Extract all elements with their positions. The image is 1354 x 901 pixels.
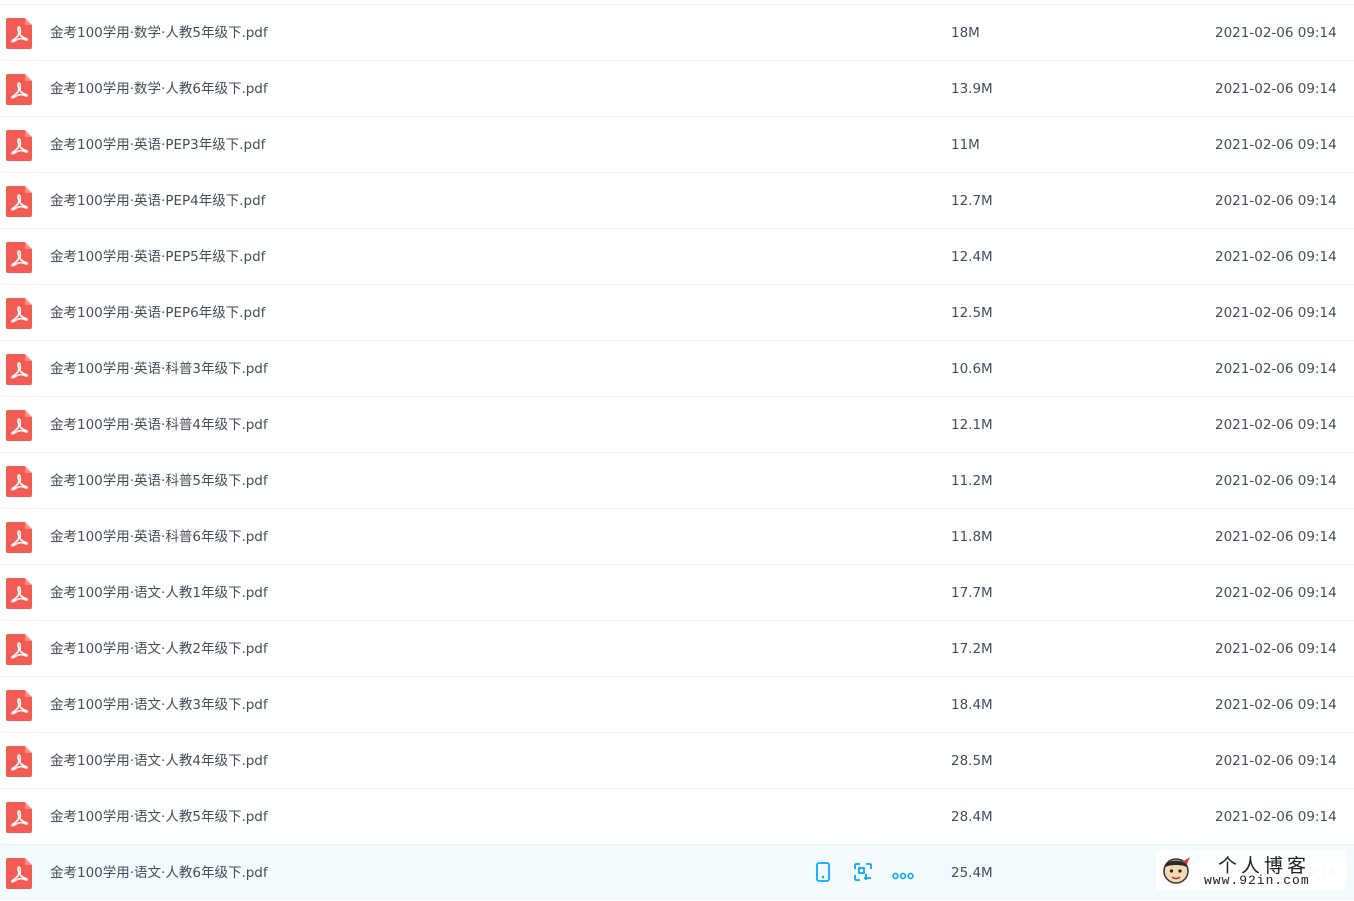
share-icon xyxy=(853,862,873,886)
file-size: 12.5M xyxy=(951,305,993,321)
pdf-file-icon xyxy=(6,298,32,329)
file-name[interactable]: 金考100学用·语文·人教2年级下.pdf xyxy=(50,621,268,677)
pdf-file-icon xyxy=(6,242,32,273)
file-size: 12.7M xyxy=(951,193,993,209)
file-row[interactable]: 金考100学用·英语·PEP6年级下.pdf 12.5M 2021-02-06 … xyxy=(0,284,1354,340)
file-size: 13.9M xyxy=(951,81,993,97)
pdf-file-icon xyxy=(6,186,32,217)
file-row[interactable]: 金考100学用·语文·人教4年级下.pdf 28.5M 2021-02-06 0… xyxy=(0,732,1354,788)
file-modified-date: 2021-02-06 09:14 xyxy=(1215,529,1337,545)
file-modified-date: 2021-02-06 09:14 xyxy=(1215,81,1337,97)
file-modified-date: 2021-02-06 09:14 xyxy=(1215,753,1337,769)
file-row[interactable]: 金考100学用·语文·人教1年级下.pdf 17.7M 2021-02-06 0… xyxy=(0,564,1354,620)
pdf-file-icon xyxy=(6,522,32,553)
more-button[interactable] xyxy=(892,863,914,885)
file-size: 25.4M xyxy=(951,865,993,881)
file-name[interactable]: 金考100学用·语文·人教4年级下.pdf xyxy=(50,733,268,789)
file-row[interactable]: 金考100学用·语文·人教2年级下.pdf 17.2M 2021-02-06 0… xyxy=(0,620,1354,676)
send-to-phone-button[interactable] xyxy=(812,862,834,886)
file-size: 11M xyxy=(951,137,980,153)
file-size: 17.2M xyxy=(951,641,993,657)
pdf-file-icon xyxy=(6,802,32,833)
file-name[interactable]: 金考100学用·英语·PEP3年级下.pdf xyxy=(50,117,265,173)
file-row[interactable]: 金考100学用·英语·PEP4年级下.pdf 12.7M 2021-02-06 … xyxy=(0,172,1354,228)
file-name[interactable]: 金考100学用·英语·PEP5年级下.pdf xyxy=(50,229,265,285)
file-size: 12.4M xyxy=(951,249,993,265)
file-modified-date: 2021-02-06 09:14 xyxy=(1215,473,1337,489)
file-size: 11.2M xyxy=(951,473,993,489)
file-name[interactable]: 金考100学用·语文·人教5年级下.pdf xyxy=(50,789,268,845)
file-modified-date: 2021-02-06 09:14 xyxy=(1215,305,1337,321)
file-row[interactable]: 金考100学用·英语·科普4年级下.pdf 12.1M 2021-02-06 0… xyxy=(0,396,1354,452)
file-name[interactable]: 金考100学用·语文·人教1年级下.pdf xyxy=(50,565,268,621)
file-row[interactable]: 金考100学用·数学·人教5年级下.pdf 18M 2021-02-06 09:… xyxy=(0,4,1354,60)
file-size: 17.7M xyxy=(951,585,993,601)
file-name[interactable]: 金考100学用·英语·科普4年级下.pdf xyxy=(50,397,268,453)
file-row[interactable]: 金考100学用·英语·科普3年级下.pdf 10.6M 2021-02-06 0… xyxy=(0,340,1354,396)
blog-watermark: 个人博客 www.92in.com xyxy=(1156,850,1346,890)
pdf-file-icon xyxy=(6,18,32,49)
file-modified-date: 2021-02-06 09:14 xyxy=(1215,25,1337,41)
pdf-file-icon xyxy=(6,410,32,441)
file-modified-date: 2021-02-06 09:14 xyxy=(1215,697,1337,713)
file-name[interactable]: 金考100学用·英语·科普5年级下.pdf xyxy=(50,453,268,509)
file-size: 12.1M xyxy=(951,417,993,433)
file-row[interactable]: 金考100学用·语文·人教5年级下.pdf 28.4M 2021-02-06 0… xyxy=(0,788,1354,844)
file-size: 18M xyxy=(951,25,980,41)
file-name[interactable]: 金考100学用·英语·科普3年级下.pdf xyxy=(50,341,268,397)
pdf-file-icon xyxy=(6,634,32,665)
pdf-file-icon xyxy=(6,690,32,721)
file-size: 10.6M xyxy=(951,361,993,377)
file-modified-date: 2021-02-06 09:14 xyxy=(1215,809,1337,825)
file-row[interactable]: 金考100学用·英语·科普6年级下.pdf 11.8M 2021-02-06 0… xyxy=(0,508,1354,564)
pdf-file-icon xyxy=(6,74,32,105)
file-size: 28.4M xyxy=(951,809,993,825)
file-row[interactable]: 金考100学用·数学·人教6年级下.pdf 13.9M 2021-02-06 0… xyxy=(0,60,1354,116)
file-name[interactable]: 金考100学用·数学·人教6年级下.pdf xyxy=(50,61,268,117)
file-row[interactable]: 金考100学用·英语·PEP3年级下.pdf 11M 2021-02-06 09… xyxy=(0,116,1354,172)
file-modified-date: 2021-02-06 09:14 xyxy=(1215,641,1337,657)
file-size: 11.8M xyxy=(951,529,993,545)
file-modified-date: 2021-02-06 09:14 xyxy=(1215,137,1337,153)
more-icon xyxy=(892,865,914,884)
file-size: 18.4M xyxy=(951,697,993,713)
pdf-file-icon xyxy=(6,746,32,777)
file-modified-date: 2021-02-06 09:14 xyxy=(1215,249,1337,265)
avatar-icon xyxy=(1160,854,1192,886)
file-modified-date: 2021-02-06 09:14 xyxy=(1215,417,1337,433)
watermark-url: www.92in.com xyxy=(1204,873,1310,888)
file-name[interactable]: 金考100学用·语文·人教6年级下.pdf xyxy=(50,845,268,901)
file-name[interactable]: 金考100学用·英语·PEP6年级下.pdf xyxy=(50,285,265,341)
pdf-file-icon xyxy=(6,466,32,497)
file-row[interactable]: 金考100学用·英语·科普5年级下.pdf 11.2M 2021-02-06 0… xyxy=(0,452,1354,508)
file-modified-date: 2021-02-06 09:14 xyxy=(1215,193,1337,209)
share-button[interactable] xyxy=(852,863,874,885)
file-row[interactable]: 金考100学用·语文·人教6年级下.pdf 25.4M 2021-02-06 0… xyxy=(0,844,1354,900)
pdf-file-icon xyxy=(6,130,32,161)
file-name[interactable]: 金考100学用·英语·PEP4年级下.pdf xyxy=(50,173,265,229)
file-row[interactable]: 金考100学用·英语·PEP5年级下.pdf 12.4M 2021-02-06 … xyxy=(0,228,1354,284)
row-actions xyxy=(812,862,914,886)
pdf-file-icon xyxy=(6,578,32,609)
pdf-file-icon xyxy=(6,858,32,889)
file-name[interactable]: 金考100学用·数学·人教5年级下.pdf xyxy=(50,5,268,61)
file-name[interactable]: 金考100学用·英语·科普6年级下.pdf xyxy=(50,509,268,565)
file-name[interactable]: 金考100学用·语文·人教3年级下.pdf xyxy=(50,677,268,733)
phone-icon xyxy=(815,862,831,886)
pdf-file-icon xyxy=(6,354,32,385)
file-size: 28.5M xyxy=(951,753,993,769)
file-row[interactable]: 金考100学用·语文·人教3年级下.pdf 18.4M 2021-02-06 0… xyxy=(0,676,1354,732)
file-modified-date: 2021-02-06 09:14 xyxy=(1215,585,1337,601)
file-list: 金考100学用·数学·人教5年级下.pdf 18M 2021-02-06 09:… xyxy=(0,4,1354,900)
file-modified-date: 2021-02-06 09:14 xyxy=(1215,361,1337,377)
